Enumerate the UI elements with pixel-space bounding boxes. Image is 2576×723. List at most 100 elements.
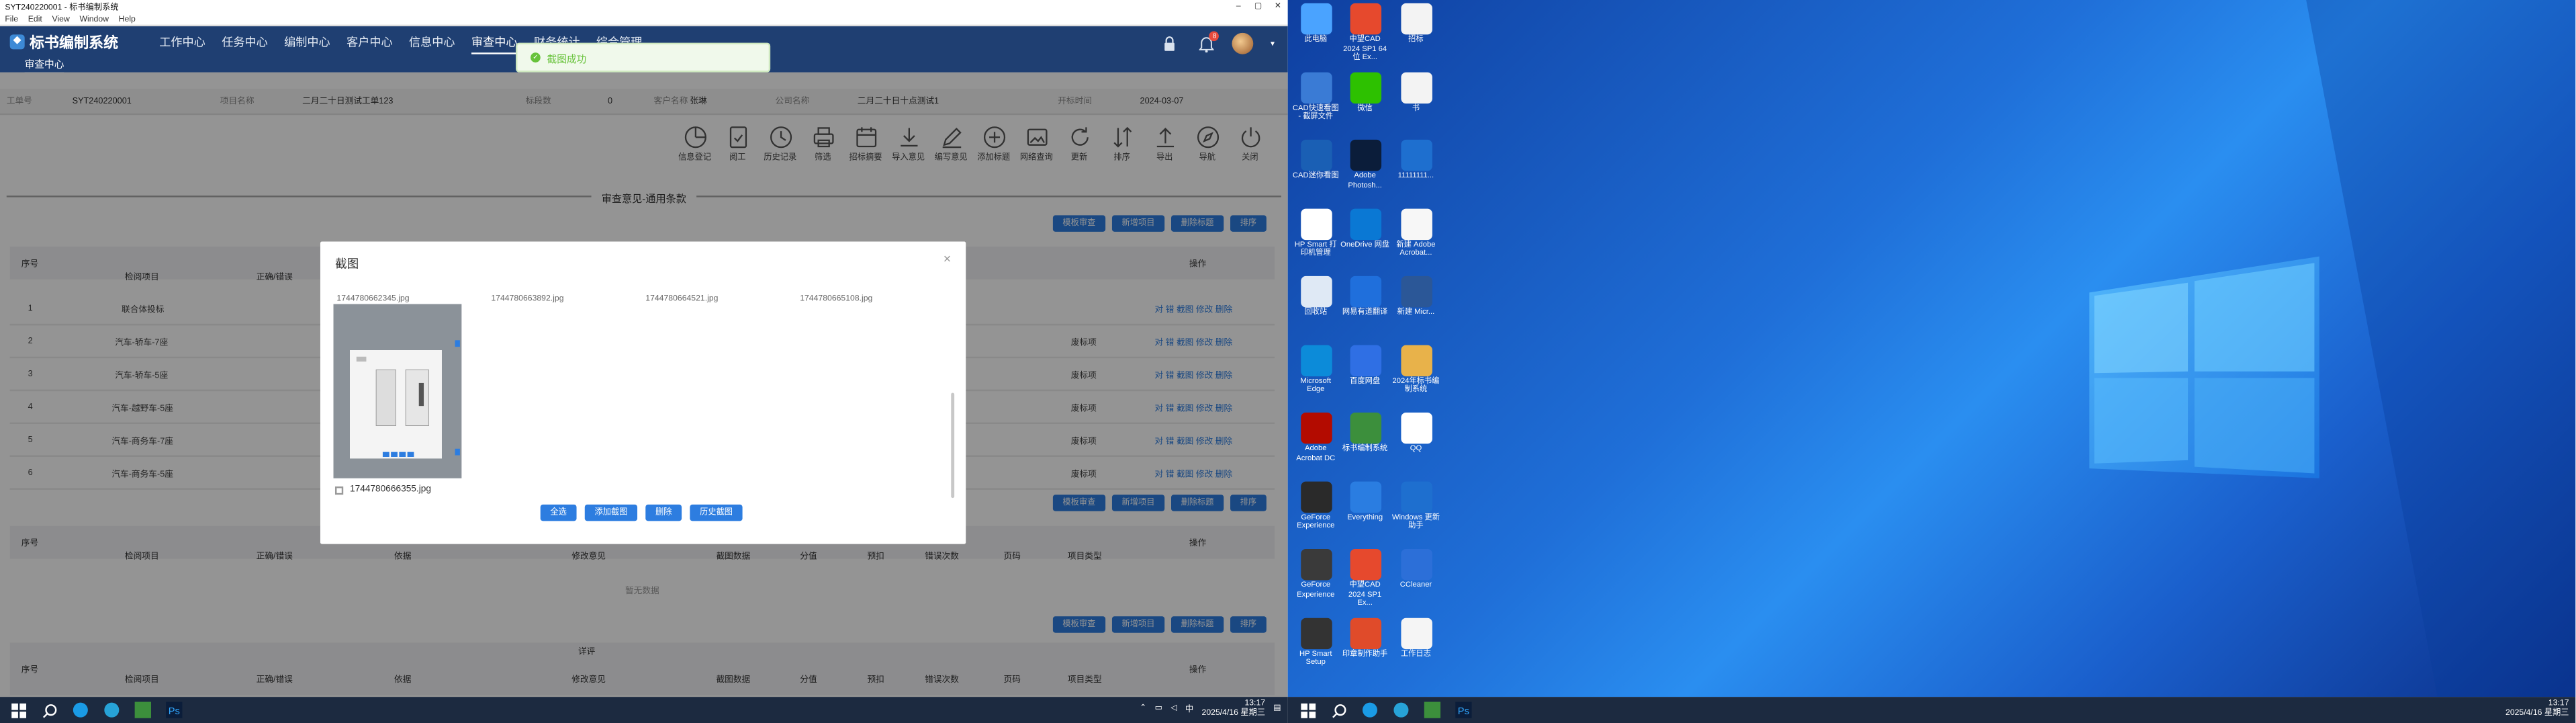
desktop-icon[interactable]: 工作日志: [1391, 617, 1440, 657]
desktop-icon-label: 网易有道翻译: [1342, 307, 1388, 316]
desktop-icon[interactable]: 招标: [1391, 3, 1440, 44]
app-icon: [1300, 208, 1332, 239]
desktop-icon[interactable]: 新建 Micr...: [1391, 275, 1440, 316]
menu-view[interactable]: View: [52, 14, 70, 24]
menu-file[interactable]: File: [5, 14, 18, 24]
nav-review[interactable]: 审查中心: [471, 34, 518, 54]
maximize-button[interactable]: ▢: [1248, 0, 1268, 13]
clock[interactable]: 13:17 2025/4/16 星期三: [2505, 699, 2569, 718]
notification-icon[interactable]: ▤: [1273, 704, 1281, 714]
desktop-icon[interactable]: HP Smart 打印机管理: [1291, 208, 1340, 257]
desktop-icon[interactable]: OneDrive 网盘: [1340, 208, 1389, 248]
desktop-icon[interactable]: 微信: [1340, 71, 1389, 112]
menu-help[interactable]: Help: [119, 14, 136, 24]
desktop-icon-label: 2024年标书编制系统: [1392, 375, 1440, 393]
edge-icon[interactable]: [1359, 699, 1381, 722]
photoshop-icon[interactable]: Ps: [1452, 699, 1475, 722]
desktop-icon[interactable]: 百度网盘: [1340, 344, 1389, 384]
desktop-icon[interactable]: Everything: [1340, 480, 1389, 521]
desktop-icon[interactable]: CCleaner: [1391, 548, 1440, 589]
close-icon[interactable]: ×: [944, 251, 951, 266]
desktop-icon[interactable]: Adobe Photosh...: [1340, 139, 1389, 189]
clock[interactable]: 13:17 2025/4/16 星期三: [1202, 699, 1266, 718]
nav-customer[interactable]: 客户中心: [347, 34, 392, 54]
subnav-review[interactable]: 审查中心: [24, 56, 64, 73]
menu-window[interactable]: Window: [79, 14, 109, 24]
app-icon: [1349, 480, 1381, 512]
app-icon: [1349, 3, 1381, 35]
nav-task[interactable]: 任务中心: [222, 34, 267, 54]
desktop-icon-label: CCleaner: [1399, 580, 1432, 589]
desktop-icon[interactable]: 新建 Adobe Acrobat...: [1391, 208, 1440, 257]
desktop-icon[interactable]: 印章制作助手: [1340, 617, 1389, 657]
app-icon: [1349, 208, 1381, 239]
desktop-icon[interactable]: Microsoft Edge: [1291, 344, 1340, 393]
desktop-icon[interactable]: 书: [1391, 71, 1440, 112]
desktop-icon[interactable]: 网易有道翻译: [1340, 275, 1389, 316]
desktop-icon[interactable]: GeForce Experience: [1291, 480, 1340, 529]
menu-edit[interactable]: Edit: [28, 14, 42, 24]
edge-alt-icon[interactable]: [100, 699, 123, 722]
clock-time: 13:17: [2548, 698, 2569, 709]
desktop-icon-label: GeForce Experience: [1297, 580, 1335, 598]
desktop-icon[interactable]: GeForce Experience: [1291, 548, 1340, 598]
ime-indicator[interactable]: 中: [1185, 703, 1193, 714]
start-icon[interactable]: [7, 699, 30, 722]
search-icon[interactable]: [1327, 699, 1350, 722]
screenshot-item[interactable]: 1744780666355.jpg: [334, 485, 431, 495]
desktop-icon[interactable]: CAD快速看图 - 截屏文件: [1291, 71, 1340, 120]
search-icon[interactable]: [38, 699, 60, 722]
close-window-button[interactable]: ✕: [1268, 0, 1287, 13]
desktop-icon-label: Windows 更新助手: [1391, 511, 1440, 529]
app-icon: [1349, 71, 1381, 103]
desktop-icon[interactable]: 中望CAD 2024 SP1 64位 Ex...: [1340, 3, 1389, 62]
chevron-down-icon[interactable]: ▾: [1271, 38, 1275, 48]
desktop-icon-label: 11111111...: [1397, 171, 1434, 179]
desktop-icon[interactable]: 11111111...: [1391, 139, 1440, 180]
app-icon: [1300, 71, 1332, 103]
app-taskbar-icon[interactable]: [132, 699, 154, 722]
edge-icon[interactable]: [69, 699, 92, 722]
toast-message: 截图成功: [547, 54, 587, 65]
nav-work[interactable]: 工作中心: [159, 34, 205, 54]
edge-alt-icon[interactable]: [1389, 699, 1412, 722]
desktop-icon[interactable]: 回收站: [1291, 275, 1340, 316]
network-icon[interactable]: ▭: [1155, 704, 1163, 714]
select-all-button[interactable]: 全选: [540, 504, 577, 521]
bell-icon[interactable]: 8: [1197, 30, 1220, 53]
desktop-icon[interactable]: 此电脑: [1291, 3, 1340, 44]
desktop-icon[interactable]: HP Smart Setup: [1291, 617, 1340, 666]
volume-icon[interactable]: ◁: [1170, 704, 1177, 714]
screenshot-thumbnail[interactable]: [333, 304, 462, 478]
nav-info[interactable]: 信息中心: [409, 34, 455, 54]
lock-icon[interactable]: [1160, 34, 1180, 53]
desktop-icon-label: 书: [1412, 102, 1420, 112]
success-toast: ✓ 截图成功: [516, 42, 771, 73]
desktop-icon[interactable]: Adobe Acrobat DC: [1291, 412, 1340, 462]
app-taskbar-icon[interactable]: [1421, 699, 1444, 722]
photoshop-icon[interactable]: Ps: [163, 699, 185, 722]
chevron-up-icon[interactable]: ⌃: [1140, 704, 1146, 714]
desktop-icon-label: CAD迷你看图: [1292, 171, 1339, 179]
modal-title: 截图: [334, 256, 359, 271]
desktop-icon[interactable]: CAD迷你看图: [1291, 139, 1340, 180]
avatar[interactable]: [1232, 32, 1254, 54]
delete-button[interactable]: 删除: [645, 504, 682, 521]
desktop-icon[interactable]: 中望CAD 2024 SP1 Ex...: [1340, 548, 1389, 607]
minimize-button[interactable]: –: [1229, 0, 1248, 13]
start-icon[interactable]: [1296, 699, 1319, 722]
app-icon: [1400, 412, 1432, 444]
app-icon: [1300, 344, 1332, 376]
add-screenshot-button[interactable]: 添加截图: [584, 504, 638, 521]
history-screenshot-button[interactable]: 历史截图: [690, 504, 743, 521]
app-icon: [1400, 208, 1432, 239]
desktop-icon[interactable]: QQ: [1391, 412, 1440, 453]
desktop-icon[interactable]: Windows 更新助手: [1391, 480, 1440, 529]
nav-compile[interactable]: 编制中心: [284, 34, 330, 54]
desktop-icon[interactable]: 2024年标书编制系统: [1391, 344, 1440, 393]
scrollbar[interactable]: [951, 392, 955, 499]
screenshot-modal: 截图 × 1744780662345.jpg 1744780663892.jpg…: [320, 241, 966, 544]
desktop-icon[interactable]: 标书编制系统: [1340, 412, 1389, 453]
desktop-icon-label: QQ: [1410, 443, 1422, 452]
screenshot-checkbox[interactable]: [334, 485, 344, 495]
